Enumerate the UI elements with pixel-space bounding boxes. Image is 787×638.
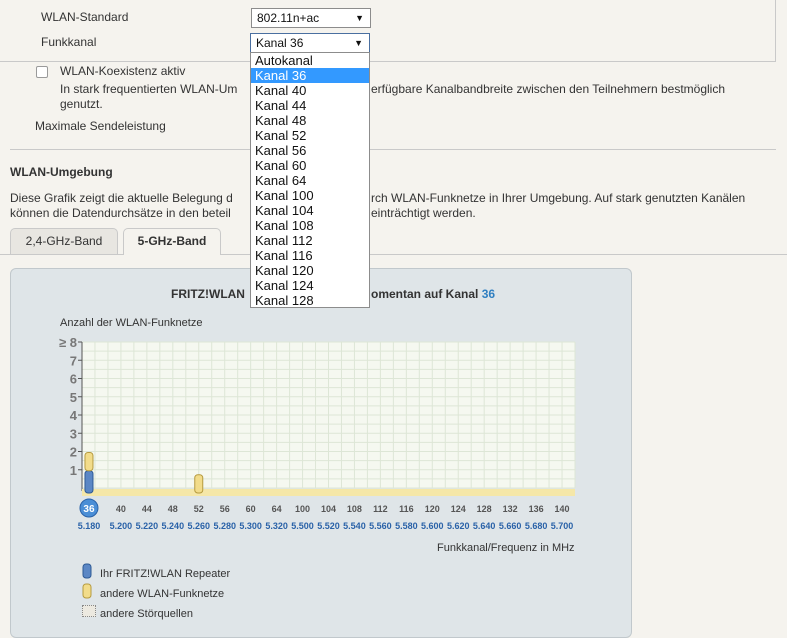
frequency-label: 5.180 (78, 521, 101, 531)
frequency-label: 5.620 (447, 521, 470, 531)
y-tick-label: ≥ 8 (59, 335, 77, 350)
dropdown-option[interactable]: Kanal 44 (251, 98, 369, 113)
dropdown-option[interactable]: Kanal 124 (251, 278, 369, 293)
dropdown-option[interactable]: Autokanal (251, 53, 369, 68)
channel-label: 100 (295, 504, 310, 514)
channel-label: 104 (321, 504, 336, 514)
x-axis-label: Funkkanal/Frequenz in MHz (437, 542, 575, 554)
repeater-bar (84, 470, 94, 494)
frequency-label: 5.280 (213, 521, 236, 531)
legend-interference-icon (82, 605, 96, 617)
channel-label: 120 (425, 504, 440, 514)
legend-other-networks: andere WLAN-Funknetze (100, 588, 225, 600)
frequency-label: 5.580 (395, 521, 418, 531)
channel-label: 128 (477, 504, 492, 514)
frequency-label: 5.520 (317, 521, 340, 531)
frequency-label: 5.680 (525, 521, 548, 531)
channel-label: 48 (168, 504, 178, 514)
channel-label: 36 (83, 504, 95, 515)
dropdown-option[interactable]: Kanal 108 (251, 218, 369, 233)
legend-interference: andere Störquellen (100, 608, 193, 620)
other-network-bar (84, 452, 94, 472)
dropdown-option[interactable]: Kanal 56 (251, 143, 369, 158)
y-tick-label: 7 (70, 353, 77, 368)
funkkanal-dropdown[interactable]: Autokanal Kanal 36 Kanal 40 Kanal 44 Kanal 4… (250, 52, 370, 308)
frequency-label: 5.600 (421, 521, 444, 531)
channel-label: 132 (503, 504, 518, 514)
dropdown-option[interactable]: Kanal 104 (251, 203, 369, 218)
channel-label: 116 (399, 504, 414, 514)
frequency-label: 5.320 (265, 521, 288, 531)
channel-chart: 1234567≥ 836 40 44 48 52 56 60 64 100 104 108 112 11… (59, 335, 576, 531)
channel-label: 40 (116, 504, 126, 514)
dropdown-option[interactable]: Kanal 128 (251, 293, 369, 308)
frequency-label: 5.240 (162, 521, 185, 531)
dropdown-option[interactable]: Kanal 100 (251, 188, 369, 203)
legend-other-icon (82, 583, 92, 602)
channel-label: 140 (555, 504, 570, 514)
dropdown-option[interactable]: Kanal 120 (251, 263, 369, 278)
channel-label: 112 (373, 504, 388, 514)
frequency-label: 5.560 (369, 521, 392, 531)
frequency-label: 5.260 (187, 521, 210, 531)
frequency-label: 5.700 (551, 521, 574, 531)
frequency-label: 5.220 (136, 521, 159, 531)
channel-label: 44 (142, 504, 152, 514)
y-tick-label: 6 (70, 372, 77, 387)
dropdown-option[interactable]: Kanal 48 (251, 113, 369, 128)
dropdown-option[interactable]: Kanal 60 (251, 158, 369, 173)
dropdown-option[interactable]: Kanal 116 (251, 248, 369, 263)
y-tick-label: 2 (70, 445, 77, 460)
dropdown-option[interactable]: Kanal 64 (251, 173, 369, 188)
frequency-label: 5.540 (343, 521, 366, 531)
frequency-label: 5.660 (499, 521, 522, 531)
y-tick-label: 1 (70, 463, 77, 478)
channel-band (82, 489, 575, 496)
channel-label: 60 (246, 504, 256, 514)
legend-repeater-icon (82, 563, 92, 582)
other-network-bar (194, 474, 204, 494)
y-tick-label: 4 (70, 408, 78, 423)
dropdown-option[interactable]: Kanal 52 (251, 128, 369, 143)
frequency-label: 5.300 (239, 521, 262, 531)
dropdown-option[interactable]: Kanal 112 (251, 233, 369, 248)
channel-label: 136 (529, 504, 544, 514)
channel-label: 64 (272, 504, 282, 514)
legend-repeater: Ihr FRITZ!WLAN Repeater (100, 568, 231, 580)
channel-label: 124 (451, 504, 466, 514)
dropdown-option[interactable]: Kanal 36 (251, 68, 369, 83)
channel-label: 56 (220, 504, 230, 514)
frequency-label: 5.500 (291, 521, 314, 531)
dropdown-option[interactable]: Kanal 40 (251, 83, 369, 98)
y-tick-label: 5 (70, 390, 77, 405)
y-tick-label: 3 (70, 426, 77, 441)
channel-label: 108 (347, 504, 362, 514)
frequency-label: 5.200 (110, 521, 133, 531)
channel-label: 52 (194, 504, 204, 514)
frequency-label: 5.640 (473, 521, 496, 531)
